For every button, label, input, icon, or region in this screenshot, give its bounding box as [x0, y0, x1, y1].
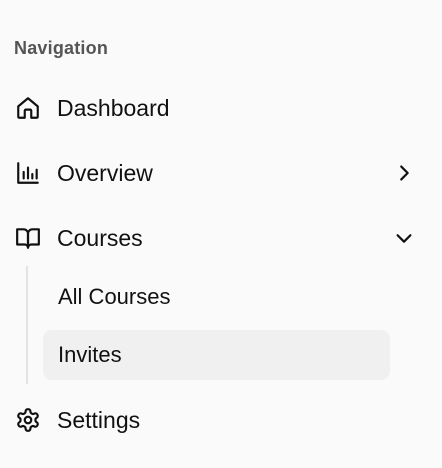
chevron-down-icon[interactable]: [390, 224, 418, 252]
bar-chart-icon: [14, 159, 42, 187]
sidebar-item-label: Dashboard: [57, 94, 170, 121]
chevron-right-icon[interactable]: [390, 159, 418, 187]
home-icon: [14, 94, 42, 122]
sidebar-item-label: Settings: [57, 406, 141, 433]
sidebar-item-overview[interactable]: Overview: [0, 149, 442, 197]
nav-heading: Navigation: [14, 38, 109, 58]
sidebar-item-dashboard[interactable]: Dashboard: [0, 84, 442, 132]
sidebar-navigation: Navigation Dashboard Overview Courses Al…: [0, 0, 442, 468]
book-open-icon: [14, 224, 42, 252]
sidebar-item-courses[interactable]: Courses: [0, 214, 442, 262]
sidebar-item-settings[interactable]: Settings: [0, 396, 442, 444]
gear-icon: [14, 406, 42, 434]
sidebar-subitem-label: All Courses: [58, 284, 171, 309]
submenu-guide-line: [26, 266, 28, 384]
sidebar-subitem-label: Invites: [58, 342, 122, 367]
sidebar-subitem-all-courses[interactable]: All Courses: [43, 272, 390, 322]
sidebar-subitem-invites[interactable]: Invites: [43, 330, 390, 380]
sidebar-item-label: Courses: [57, 224, 143, 251]
sidebar-item-label: Overview: [57, 159, 153, 186]
